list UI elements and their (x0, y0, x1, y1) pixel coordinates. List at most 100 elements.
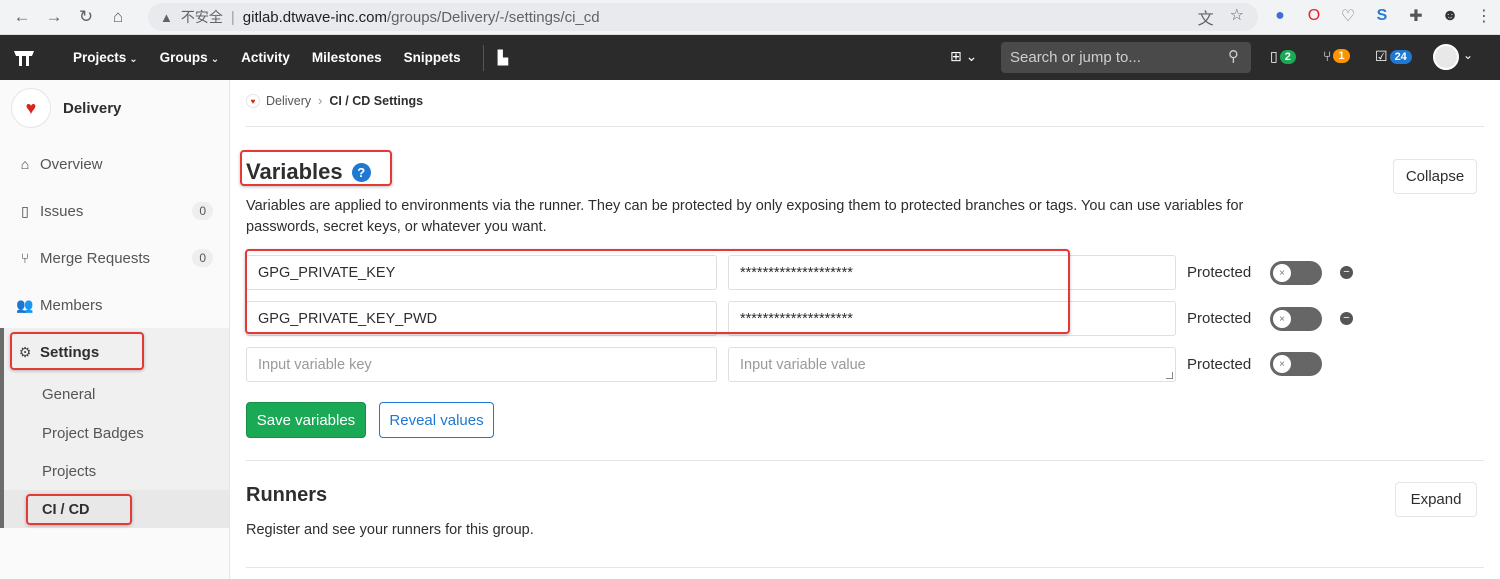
merge-requests-shortcut[interactable]: ⑂ 1 (1323, 48, 1350, 64)
reveal-values-button[interactable]: Reveal values (379, 402, 494, 438)
browser-menu-icon[interactable]: ⋮ (1474, 6, 1494, 26)
save-variables-button[interactable]: Save variables (246, 402, 366, 438)
browser-toolbar: ← → ↻ ⌂ ▲ 不安全 | gitlab.dtwave-inc.com/gr… (0, 0, 1500, 35)
home-icon: ⌂ (20, 156, 30, 172)
issues-shortcut[interactable]: ▯ 2 (1270, 48, 1296, 65)
chevron-down-icon[interactable]: ⌄ (1463, 48, 1473, 62)
group-header[interactable]: ♥ Delivery (11, 88, 121, 128)
new-variable-value-input[interactable]: Input variable value (728, 347, 1176, 382)
user-avatar[interactable] (1433, 44, 1459, 70)
runners-title: Runners (246, 484, 328, 506)
merge-request-icon: ⑂ (1323, 48, 1332, 64)
translate-icon[interactable]: 文 (1198, 5, 1214, 29)
address-bar[interactable]: ▲ 不安全 | gitlab.dtwave-inc.com/groups/Del… (148, 3, 1258, 31)
s-extension-icon[interactable]: S (1372, 6, 1392, 26)
annotation-box-ci-cd (26, 494, 132, 525)
sidebar-item-overview[interactable]: ⌂ Overview (0, 146, 229, 182)
new-variable-key-input[interactable]: Input variable key (246, 347, 717, 382)
protected-label: Protected (1187, 310, 1252, 327)
sidebar-subitem-general[interactable]: General (42, 386, 95, 403)
sidebar-item-label: Members (40, 296, 103, 314)
nav-activity[interactable]: Activity (241, 50, 290, 65)
extensions-area: ● O ♡ S ✚ ☻ ⋮ (1270, 6, 1494, 26)
issues-count-badge: 2 (1279, 49, 1296, 64)
value-placeholder: Input variable value (740, 356, 866, 373)
protected-toggle[interactable]: × (1270, 307, 1322, 331)
top-navbar: Projects ⌄ Groups ⌄ Activity Milestones Sn… (0, 35, 1500, 80)
breadcrumb-group-link[interactable]: Delivery (266, 94, 311, 108)
nav-snippets[interactable]: Snippets (404, 50, 461, 65)
breadcrumb-current[interactable]: CI / CD Settings (329, 94, 423, 108)
group-name: Delivery (63, 99, 122, 117)
nav-separator (482, 44, 484, 71)
issues-icon: ▯ (21, 202, 29, 219)
close-icon: × (1273, 310, 1291, 328)
todos-shortcut[interactable]: ☑ 24 (1375, 48, 1412, 65)
sidebar-item-merge-requests[interactable]: ⑂ Merge Requests 0 (0, 240, 229, 276)
users-icon: 👥 (16, 296, 34, 313)
search-icon: ⚲ (1228, 48, 1239, 65)
nav-milestones[interactable]: Milestones (312, 50, 382, 65)
close-icon: × (1273, 355, 1291, 373)
home-icon[interactable]: ⌂ (102, 7, 134, 27)
insecure-label: 不安全 (180, 10, 223, 26)
gitlab-logo-icon[interactable] (0, 35, 48, 80)
group-avatar-icon: ♥ (246, 94, 260, 108)
remove-variable-icon[interactable]: − (1340, 266, 1353, 279)
todos-count-badge: 24 (1389, 49, 1412, 64)
divider (246, 126, 1484, 127)
variables-description: Variables are applied to environments vi… (246, 198, 1244, 235)
sidebar-item-label: Overview (40, 155, 103, 173)
remove-variable-icon[interactable]: − (1340, 312, 1353, 325)
merge-request-icon: ⑂ (20, 250, 30, 266)
expand-button[interactable]: Expand (1395, 482, 1477, 517)
forward-icon[interactable]: → (38, 7, 70, 27)
globe-extension-icon[interactable]: ● (1270, 6, 1290, 26)
annotation-box-settings (10, 332, 144, 370)
todos-check-icon: ☑ (1375, 48, 1388, 64)
protected-label: Protected (1187, 264, 1252, 281)
issues-count: 0 (192, 202, 213, 220)
close-icon: × (1273, 264, 1291, 282)
protected-label: Protected (1187, 356, 1252, 373)
back-icon[interactable]: ← (6, 7, 38, 27)
warning-icon: ▲ (160, 9, 173, 25)
protected-toggle[interactable]: × (1270, 352, 1322, 376)
group-avatar: ♥ (11, 88, 51, 128)
sidebar-item-label: Merge Requests (40, 249, 151, 267)
collapse-button[interactable]: Collapse (1393, 159, 1477, 194)
merge-requests-count: 0 (192, 249, 213, 267)
chevron-right-icon: › (318, 94, 323, 108)
sidebar-item-label: Issues (40, 202, 84, 220)
mr-count-badge: 1 (1333, 49, 1350, 63)
nav-projects[interactable]: Projects ⌄ (73, 50, 138, 65)
sidebar-item-members[interactable]: 👥 Members (0, 287, 229, 323)
chevron-down-icon: ⌄ (129, 54, 138, 65)
divider (246, 460, 1484, 461)
bookmark-star-icon[interactable]: ☆ (1230, 5, 1244, 29)
protected-toggle[interactable]: × (1270, 261, 1322, 285)
annotation-box-variable-rows (245, 249, 1070, 334)
nav-groups[interactable]: Groups ⌄ (160, 50, 219, 65)
analytics-chart-icon[interactable]: ▙ (498, 50, 508, 66)
url-host: gitlab.dtwave-inc.com (242, 8, 388, 26)
pocket-extension-icon[interactable]: ♡ (1338, 6, 1358, 26)
new-dropdown-icon[interactable]: ⊞ ⌄ (950, 48, 977, 65)
chevron-down-icon: ⌄ (210, 54, 220, 65)
resize-handle-icon[interactable] (1166, 372, 1173, 379)
search-input[interactable]: Search or jump to... ⚲ (1001, 42, 1251, 73)
runners-description: Register and see your runners for this g… (246, 522, 534, 538)
url-path: /groups/Delivery/-/settings/ci_cd (387, 8, 600, 26)
divider (246, 567, 1484, 568)
puzzle-extensions-icon[interactable]: ✚ (1406, 6, 1426, 26)
reload-icon[interactable]: ↻ (70, 7, 102, 27)
url-separator: | (230, 8, 235, 26)
opera-extension-icon[interactable]: O (1304, 6, 1324, 26)
search-placeholder: Search or jump to... (1010, 49, 1141, 66)
sidebar-subitem-project-badges[interactable]: Project Badges (42, 425, 144, 442)
sidebar-subitem-projects[interactable]: Projects (42, 463, 96, 480)
profile-avatar-icon[interactable]: ☻ (1440, 6, 1460, 26)
sidebar-item-issues[interactable]: ▯ Issues 0 (0, 193, 229, 229)
issues-icon: ▯ (1270, 48, 1278, 64)
breadcrumb: ♥ Delivery › CI / CD Settings (246, 94, 423, 108)
